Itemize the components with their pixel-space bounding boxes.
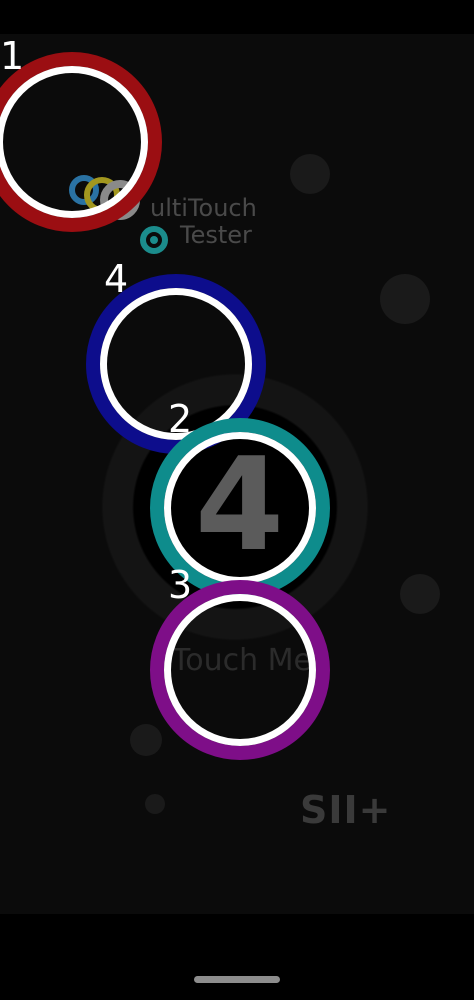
touch-point-inner (164, 594, 316, 746)
background-bubble (400, 574, 440, 614)
touch-point-ring (150, 580, 330, 760)
watermark-logo: SII+ (300, 788, 392, 832)
background-bubble (130, 724, 162, 756)
touch-canvas[interactable]: ultiTouch Tester 4 Touch Me 1 4 2 3 SII+ (0, 34, 474, 914)
logo-text-line1: ultiTouch (150, 194, 257, 222)
logo-text-line2: Tester (180, 221, 252, 249)
background-bubble (380, 274, 430, 324)
touch-point-inner (164, 432, 316, 584)
navigation-bar (0, 914, 474, 1000)
touch-point-label: 3 (168, 563, 193, 607)
background-bubble (145, 794, 165, 814)
status-bar (0, 0, 474, 34)
touch-point-inner (0, 66, 148, 218)
touch-point-label: 1 (0, 34, 25, 78)
touch-point-label: 4 (104, 257, 129, 301)
background-bubble (290, 154, 330, 194)
touch-point-label: 2 (168, 397, 193, 441)
screen: ultiTouch Tester 4 Touch Me 1 4 2 3 SII+ (0, 0, 474, 1000)
home-indicator[interactable] (194, 976, 280, 983)
